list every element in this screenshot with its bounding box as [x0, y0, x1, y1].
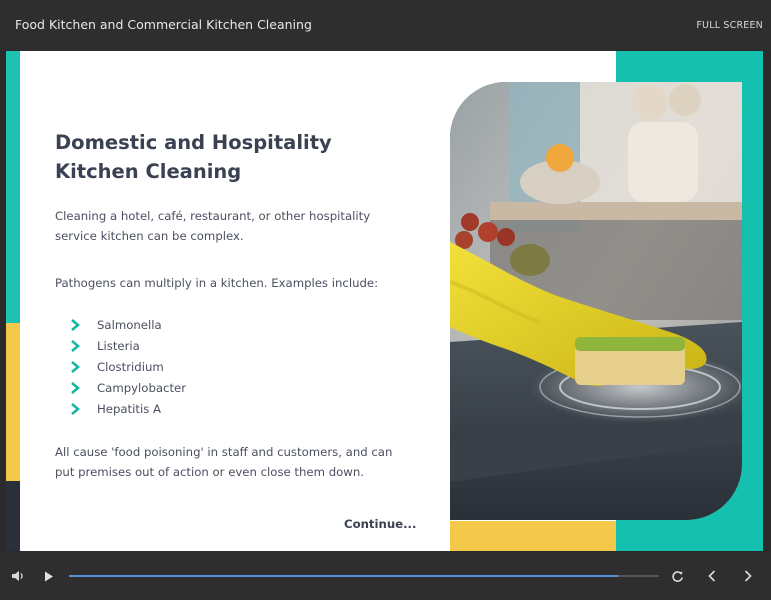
list-item-label: Campylobacter	[97, 380, 187, 395]
list-item-label: Clostridium	[97, 359, 164, 374]
list-item-label: Hepatitis A	[97, 401, 162, 416]
play-icon[interactable]	[38, 552, 60, 600]
replay-icon[interactable]	[666, 552, 688, 600]
chevron-right-icon	[70, 318, 97, 331]
list-item-label: Salmonella	[97, 317, 162, 332]
slide: Domestic and Hospitality Kitchen Cleanin…	[6, 51, 763, 551]
course-title: Food Kitchen and Commercial Kitchen Clea…	[15, 17, 312, 32]
list-item: Hepatitis A	[70, 398, 186, 419]
list-item: Clostridium	[70, 356, 186, 377]
list-item: Listeria	[70, 335, 186, 356]
volume-icon[interactable]	[6, 552, 30, 600]
left-accent-dark	[6, 481, 20, 551]
list-item: Campylobacter	[70, 377, 186, 398]
left-accent-teal	[6, 51, 20, 323]
progress-bar[interactable]	[69, 575, 659, 577]
continue-button[interactable]: Continue...	[344, 517, 416, 531]
list-item-label: Listeria	[97, 338, 140, 353]
pathogen-list: Salmonella Listeria Clostridium Campylob…	[70, 314, 186, 419]
top-bar: Food Kitchen and Commercial Kitchen Clea…	[0, 0, 771, 50]
slide-heading: Domestic and Hospitality Kitchen Cleanin…	[55, 131, 332, 183]
fullscreen-button[interactable]: FULL SCREEN	[696, 20, 763, 31]
bottom-accent-yellow	[450, 521, 616, 551]
previous-icon[interactable]	[700, 552, 724, 600]
intro-paragraph: Cleaning a hotel, café, restaurant, or o…	[55, 209, 371, 243]
chevron-right-icon	[70, 381, 97, 394]
chevron-right-icon	[70, 360, 97, 373]
player-bar	[0, 552, 771, 600]
chevron-right-icon	[70, 402, 97, 415]
pathogens-intro: Pathogens can multiply in a kitchen. Exa…	[55, 276, 379, 290]
progress-fill	[69, 575, 618, 577]
closing-paragraph: All cause 'food poisoning' in staff and …	[55, 445, 393, 479]
left-accent-yellow	[6, 323, 20, 481]
list-item: Salmonella	[70, 314, 186, 335]
next-icon[interactable]	[736, 552, 760, 600]
chevron-right-icon	[70, 339, 97, 352]
cleaning-photo	[450, 82, 742, 520]
